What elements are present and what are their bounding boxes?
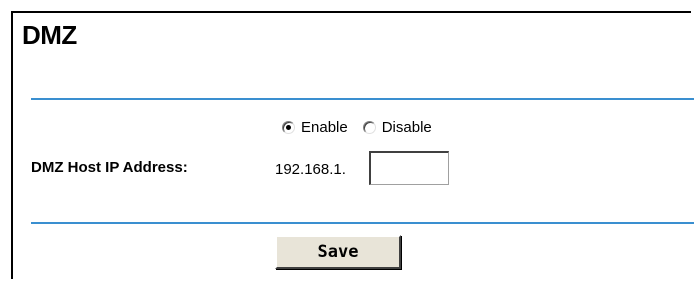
enable-radio[interactable]	[282, 121, 295, 134]
enable-label: Enable	[301, 119, 348, 136]
page-title: DMZ	[22, 20, 77, 50]
divider-bottom	[31, 222, 694, 224]
save-button[interactable]: Save	[275, 235, 401, 269]
dmz-status-radio-group: Enable Disable	[282, 119, 432, 136]
dmz-host-ip-input[interactable]	[369, 151, 449, 185]
disable-radio[interactable]	[362, 121, 376, 134]
divider-top	[31, 98, 694, 100]
disable-option[interactable]: Disable	[362, 119, 432, 136]
enable-option[interactable]: Enable	[282, 119, 348, 136]
ip-prefix: 192.168.1.	[275, 161, 346, 178]
dmz-host-ip-label: DMZ Host IP Address:	[31, 159, 188, 176]
disable-label: Disable	[381, 119, 432, 136]
